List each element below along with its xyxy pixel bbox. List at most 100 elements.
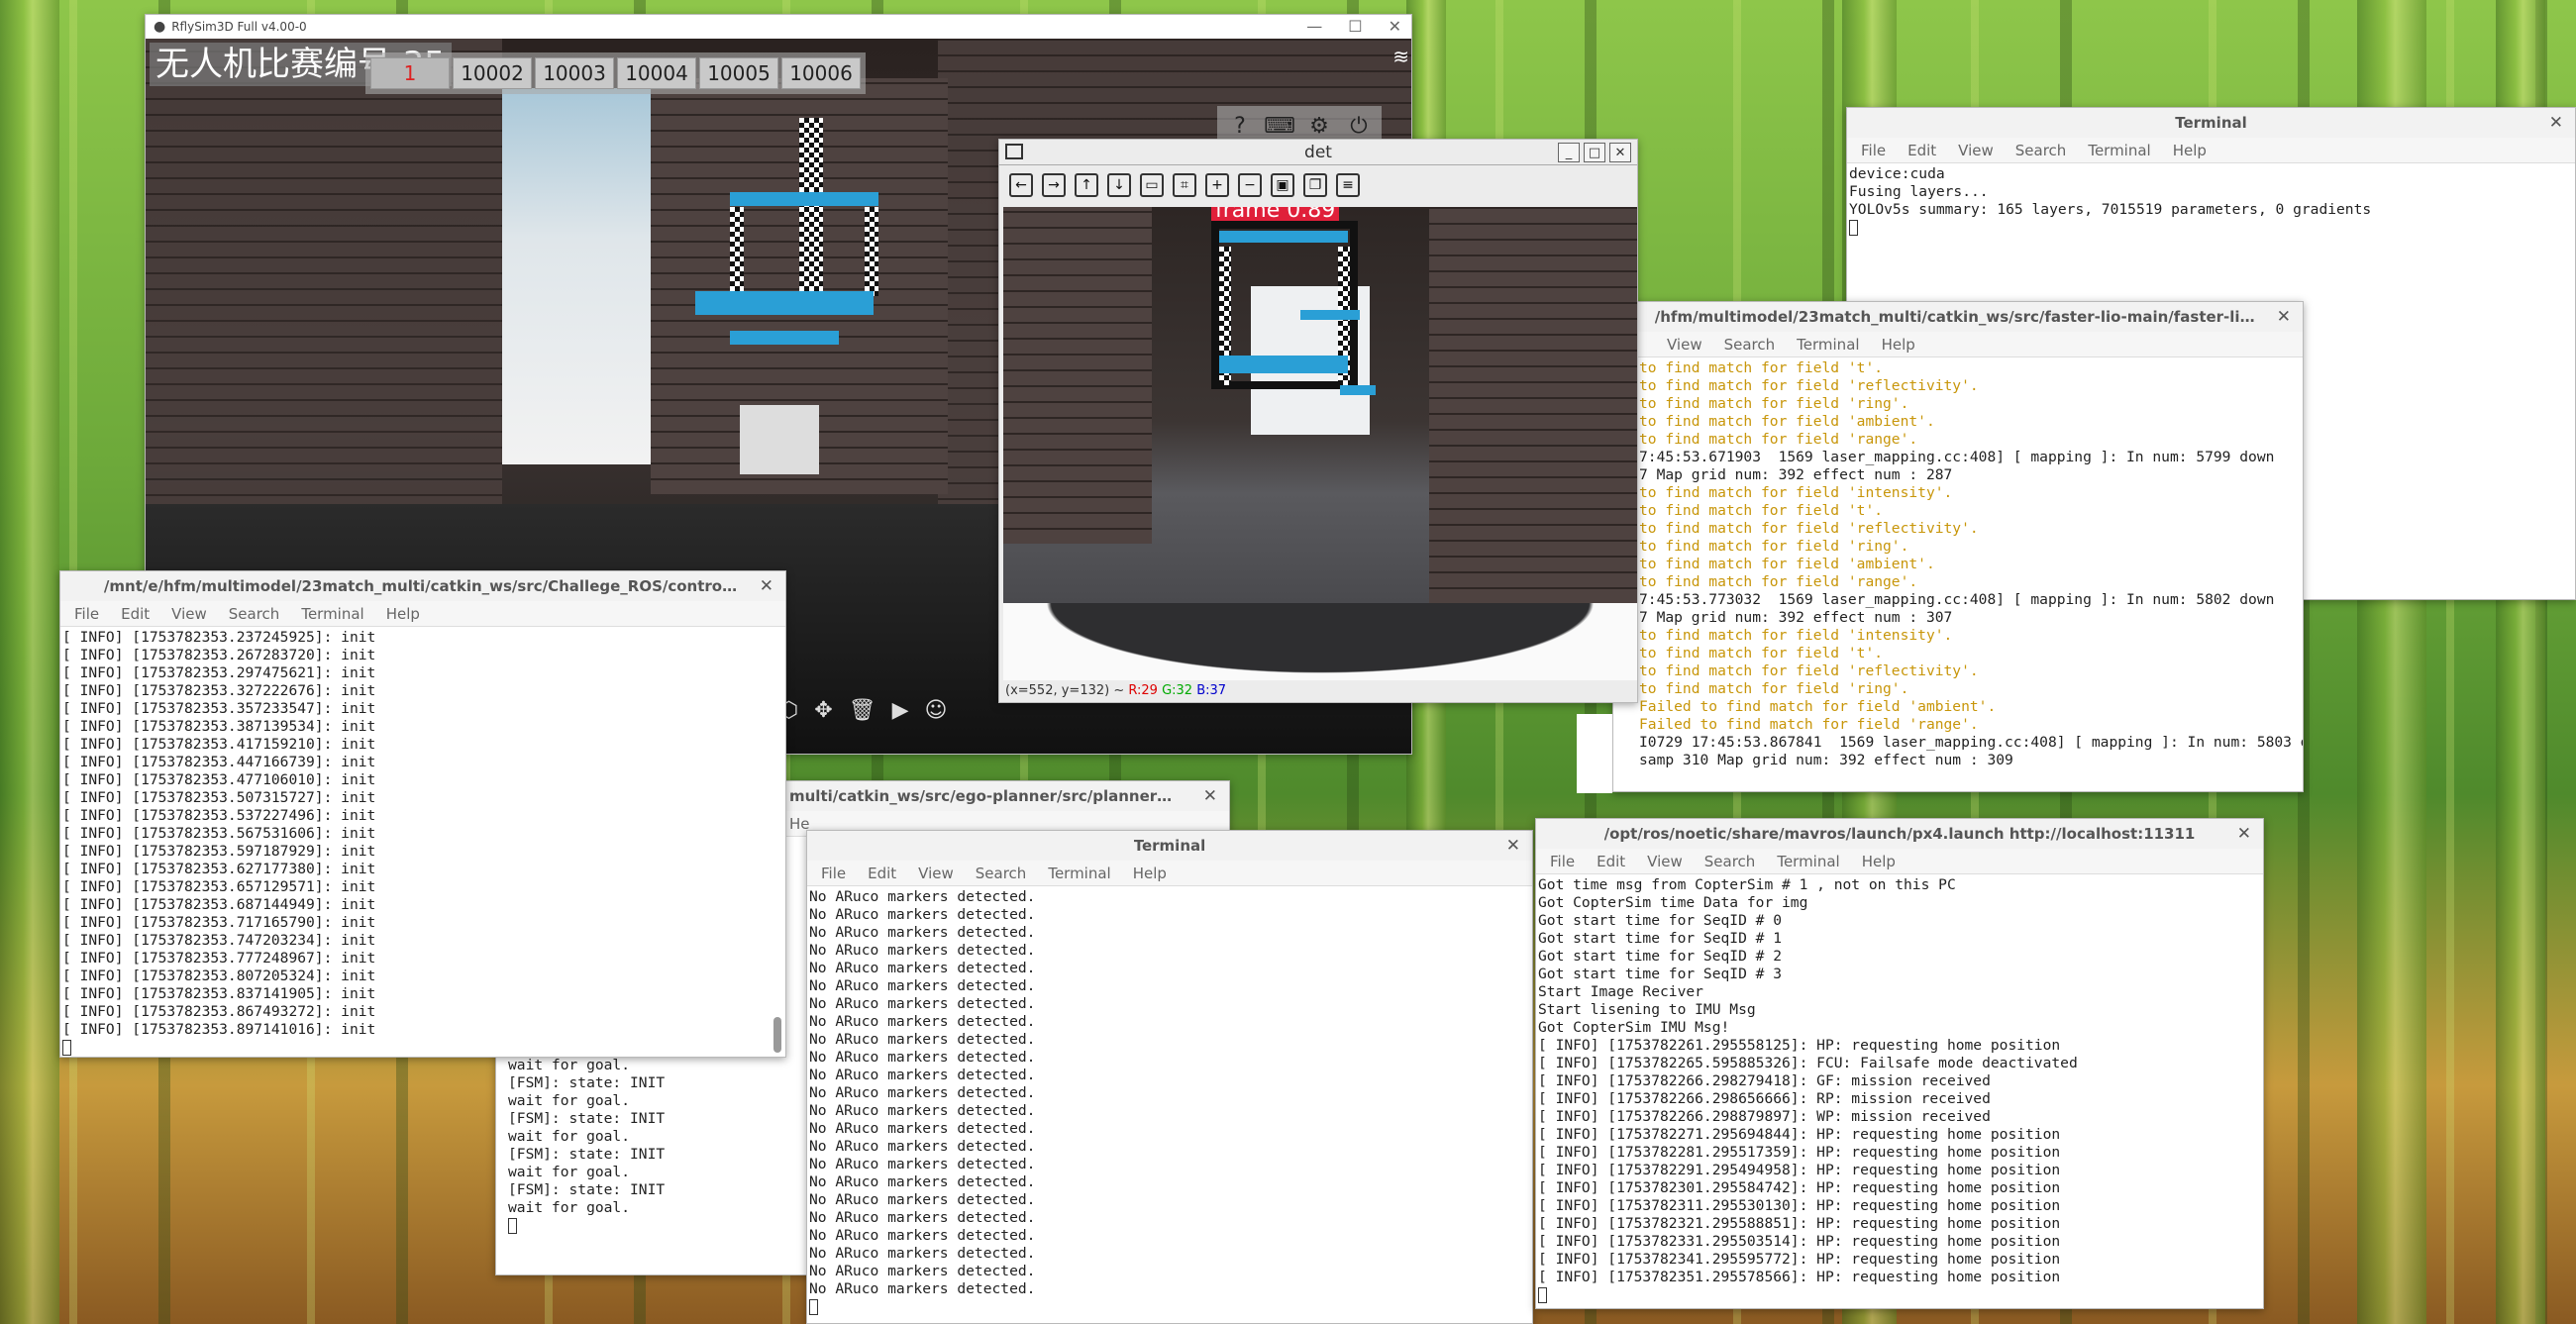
terminal-line: to find match for field 't'. [1639, 359, 1884, 376]
terminal-output[interactable]: device:cuda Fusing layers... YOLOv5s summa… [1847, 163, 2575, 237]
maximize-icon[interactable]: ☐ [1348, 17, 1362, 36]
menu-view[interactable]: View [1667, 336, 1702, 354]
menu-file[interactable]: File [821, 865, 846, 882]
close-icon[interactable]: ✕ [2549, 113, 2563, 133]
tab-vehicle-1[interactable]: 1 [370, 57, 450, 89]
menu-file[interactable]: File [74, 605, 99, 623]
close-icon[interactable]: ✕ [1609, 143, 1631, 162]
terminal-output[interactable]: to find match for field 't'. to find matc… [1613, 357, 2303, 769]
close-icon[interactable]: ✕ [760, 576, 773, 596]
title-bar[interactable]: Terminal ✕ [807, 831, 1532, 861]
menu-search[interactable]: Search [2015, 142, 2067, 159]
menu-edit[interactable]: Edit [868, 865, 896, 882]
tab-vehicle-10003[interactable]: 10003 [535, 57, 614, 89]
terminal-window-aruco[interactable]: Terminal ✕ File Edit View Search Terminal Help… [806, 830, 1533, 1324]
terminal-line: Fusing layers... [1849, 183, 1989, 200]
det-image-window[interactable]: det _ □ ✕ ← → ↑ ↓ ▭ ⌗ + − ▣ ❐ ≡ frame 0.89… [998, 139, 1638, 703]
close-icon[interactable]: ✕ [1203, 786, 1217, 806]
menu-edit[interactable]: Edit [1907, 142, 1936, 159]
menu-file[interactable]: File [1861, 142, 1886, 159]
menu-search[interactable]: Search [976, 865, 1027, 882]
menu-search[interactable]: Search [1704, 853, 1756, 870]
title-bar[interactable]: /opt/ros/noetic/share/mavros/launch/px4.… [1536, 819, 2263, 849]
menu-help[interactable]: Help [1882, 336, 1915, 354]
menu-view[interactable]: View [918, 865, 954, 882]
terminal-line: [ INFO] [1753782353.597187929]: init [62, 843, 376, 860]
camera-icon[interactable]: ▶ [892, 698, 909, 723]
tab-vehicle-10005[interactable]: 10005 [699, 57, 778, 89]
terminal-window-controller[interactable]: /mnt/e/hfm/multimodel/23match_multi/catk… [59, 570, 786, 1058]
menu-terminal[interactable]: Terminal [2088, 142, 2150, 159]
menu-file[interactable]: File [1550, 853, 1575, 870]
close-icon[interactable]: ✕ [2237, 824, 2251, 844]
terminal-output[interactable]: wait for goal. [FSM]: state: INIT wait for… [506, 1055, 665, 1235]
terminal-line: 7:45:53.671903 1569 laser_mapping.cc:408… [1639, 449, 2275, 465]
title-bar[interactable]: Terminal ✕ [1847, 108, 2575, 138]
terminal-line: wait for goal. [508, 1199, 631, 1216]
power-icon[interactable]: ⏻ [1344, 111, 1374, 141]
menu-help[interactable]: Help [1862, 853, 1896, 870]
menu-help[interactable]: Help [2173, 142, 2207, 159]
menu-terminal[interactable]: Terminal [1048, 865, 1110, 882]
terminal-line: [ INFO] [1753782353.297475621]: init [62, 664, 376, 681]
terminal-line: No ARuco markers detected. [809, 906, 1036, 923]
arrow-left-icon[interactable]: ← [1009, 173, 1033, 197]
menu-edit[interactable]: Edit [121, 605, 150, 623]
menu-view[interactable]: View [171, 605, 207, 623]
settings-icon[interactable]: ⚙ [1304, 111, 1334, 141]
terminal-line: Got CopterSim time Data for img [1538, 894, 1808, 911]
terminal-window-faster-lio[interactable]: /hfm/multimodel/23match_multi/catkin_ws/… [1612, 301, 2304, 792]
menu-help[interactable]: Help [386, 605, 420, 623]
maximize-icon[interactable]: □ [1584, 143, 1605, 162]
close-icon[interactable]: ✕ [1506, 836, 1520, 856]
person-icon[interactable]: ☺ [925, 698, 948, 723]
properties-icon[interactable]: ≡ [1336, 173, 1360, 197]
menu-terminal[interactable]: Terminal [1797, 336, 1859, 354]
tab-vehicle-10006[interactable]: 10006 [781, 57, 861, 89]
menu-search[interactable]: Search [1724, 336, 1776, 354]
terminal-window-mavros[interactable]: /opt/ros/noetic/share/mavros/launch/px4.… [1535, 818, 2264, 1309]
menu-search[interactable]: Search [229, 605, 280, 623]
help-icon[interactable]: ? [1225, 111, 1255, 141]
scrollbar-thumb[interactable] [773, 1017, 781, 1053]
terminal-output[interactable]: No ARuco markers detected. No ARuco marke… [807, 886, 1532, 1316]
keyboard-icon[interactable]: ⌨ [1264, 111, 1295, 141]
zoom-fit-icon[interactable]: ▭ [1140, 173, 1164, 197]
collapse-icon[interactable]: ≋ [1392, 45, 1409, 68]
terminal-line: No ARuco markers detected. [809, 960, 1036, 976]
terminal-line: No ARuco markers detected. [809, 977, 1036, 994]
terminal-line: [ INFO] [1753782353.417159210]: init [62, 736, 376, 753]
arrow-down-icon[interactable]: ↓ [1107, 173, 1131, 197]
terminal-line: No ARuco markers detected. [809, 1138, 1036, 1155]
zoom-out-icon[interactable]: − [1238, 173, 1262, 197]
menu-terminal[interactable]: Terminal [301, 605, 363, 623]
move-icon[interactable]: ✥ [814, 698, 832, 723]
tab-vehicle-10002[interactable]: 10002 [453, 57, 532, 89]
menu-terminal[interactable]: Terminal [1777, 853, 1839, 870]
terminal-line: to find match for field 't'. [1639, 502, 1884, 519]
title-bar[interactable]: /hfm/multimodel/23match_multi/catkin_ws/… [1613, 302, 2303, 332]
close-icon[interactable]: ✕ [1389, 17, 1401, 36]
title-bar[interactable]: det _ □ ✕ [999, 140, 1637, 165]
menu-view[interactable]: View [1647, 853, 1683, 870]
terminal-line: [ INFO] [1753782353.687144949]: init [62, 896, 376, 913]
menu-view[interactable]: View [1958, 142, 1994, 159]
zoom-in-icon[interactable]: + [1205, 173, 1229, 197]
arrow-right-icon[interactable]: → [1042, 173, 1066, 197]
menu-edit[interactable]: Edit [1597, 853, 1625, 870]
title-bar[interactable]: /mnt/e/hfm/multimodel/23match_multi/catk… [60, 571, 785, 601]
minimize-icon[interactable]: — [1306, 17, 1322, 36]
zoom-region-icon[interactable]: ⌗ [1173, 173, 1196, 197]
menu-help[interactable]: Help [1133, 865, 1167, 882]
tab-vehicle-10004[interactable]: 10004 [617, 57, 696, 89]
terminal-output[interactable]: Got time msg from CopterSim # 1 , not on… [1536, 874, 2263, 1304]
terminal-output[interactable]: [ INFO] [1753782353.237245925]: init[ IN… [60, 627, 785, 1057]
minimize-icon[interactable]: _ [1558, 143, 1580, 162]
title-bar[interactable]: ● RflySim3D Full v4.00-0 — ☐ ✕ [146, 15, 1411, 39]
arrow-up-icon[interactable]: ↑ [1075, 173, 1098, 197]
save-icon[interactable]: ▣ [1271, 173, 1294, 197]
close-icon[interactable]: ✕ [2277, 307, 2291, 327]
delete-icon[interactable]: 🗑 [849, 698, 876, 723]
copy-icon[interactable]: ❐ [1303, 173, 1327, 197]
detection-image[interactable]: frame 0.89 [1003, 207, 1637, 684]
